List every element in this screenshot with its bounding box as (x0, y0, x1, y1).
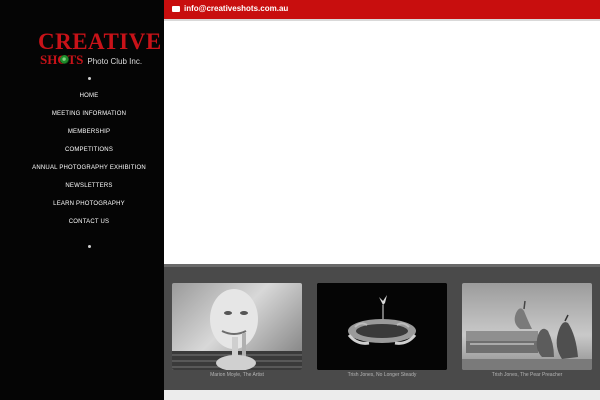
nav-item-home[interactable]: HOME (0, 88, 178, 105)
caption-the-pear-preacher: Trish Jones, The Pear Preacher (491, 372, 563, 378)
caption-the-artist: Marion Moyle, The Artist (210, 372, 264, 378)
email-link[interactable]: info@creativeshots.com.au (184, 3, 288, 15)
top-contact-bar: info@creativeshots.com.au (164, 0, 600, 21)
divider-dot-top (88, 77, 91, 80)
main-nav: HOME MEETING INFORMATION MEMBERSHIP COMP… (0, 88, 178, 232)
gallery-photo-the-artist[interactable] (172, 283, 302, 370)
gallery-photo-no-longer-steady[interactable] (317, 283, 447, 370)
club-logo[interactable]: CREATIVE SHOTS Photo Club Inc. (34, 30, 161, 70)
nav-item-annual-photography-exhibition[interactable]: ANNUAL PHOTOGRAPHY EXHIBITION (0, 160, 178, 177)
nav-item-membership[interactable]: MEMBERSHIP (0, 124, 178, 141)
logo-word-creative: CREATIVE (38, 29, 162, 54)
nav-item-competitions[interactable]: COMPETITIONS (0, 142, 178, 159)
nav-item-newsletters[interactable]: NEWSLETTERS (0, 178, 178, 195)
photo-gallery: Marion Moyle, The Artist Trish Jones, No… (164, 264, 600, 393)
nav-item-learn-photography[interactable]: LEARN PHOTOGRAPHY (0, 196, 178, 213)
nav-item-meeting-information[interactable]: MEETING INFORMATION (0, 106, 178, 123)
sidebar: CREATIVE SHOTS Photo Club Inc. HOME MEET… (0, 0, 164, 400)
envelope-icon (172, 6, 180, 12)
nav-item-contact-us[interactable]: CONTACT US (0, 214, 178, 231)
logo-bottom-row: SHOTS Photo Club Inc. (40, 53, 142, 69)
caption-no-longer-steady: Trish Jones, No Longer Steady (347, 372, 417, 378)
camera-lens-icon (60, 55, 69, 64)
divider-dot-bottom (88, 245, 91, 248)
logo-subtitle: Photo Club Inc. (87, 57, 143, 66)
gallery-photo-the-pear-preacher[interactable] (462, 283, 592, 370)
content-strip (164, 390, 600, 400)
